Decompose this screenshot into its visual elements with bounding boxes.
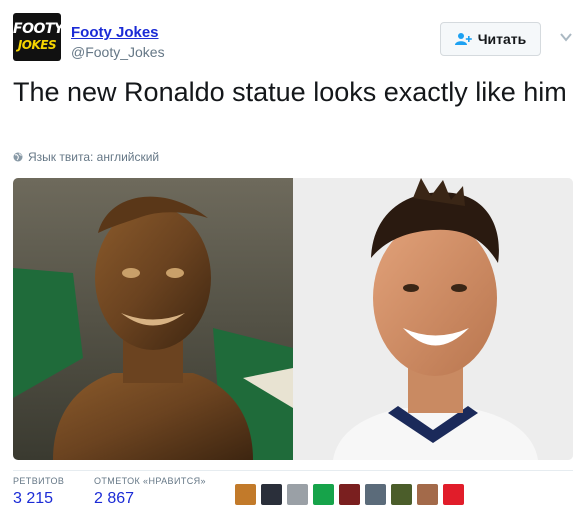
- likes-count[interactable]: 2 867: [94, 490, 206, 508]
- likes-label: ОТМЕТОК «НРАВИТСЯ»: [94, 476, 206, 486]
- author-avatar[interactable]: FOOTY JOKES: [13, 13, 61, 61]
- liker-avatar[interactable]: [313, 484, 334, 505]
- follow-button[interactable]: Читать: [440, 22, 541, 56]
- tweet-text: The new Ronaldo statue looks exactly lik…: [13, 77, 567, 107]
- tweet-media[interactable]: [13, 178, 573, 460]
- stats-divider: [13, 470, 573, 471]
- likes-stat[interactable]: ОТМЕТОК «НРАВИТСЯ» 2 867: [94, 476, 206, 508]
- retweets-count[interactable]: 3 215: [13, 490, 64, 508]
- liker-avatar[interactable]: [287, 484, 308, 505]
- liker-avatar[interactable]: [235, 484, 256, 505]
- liker-avatar[interactable]: [443, 484, 464, 505]
- author-handle: @Footy_Jokes: [71, 44, 165, 60]
- follow-button-label: Читать: [477, 31, 527, 47]
- avatar-text-line1: FOOTY: [13, 21, 61, 37]
- liker-avatar[interactable]: [339, 484, 360, 505]
- avatar-text-line2: JOKES: [17, 38, 57, 52]
- tweet-language-note: Язык твита: английский: [13, 150, 159, 164]
- liker-avatar[interactable]: [365, 484, 386, 505]
- retweets-label: РЕТВИТОВ: [13, 476, 65, 486]
- ronaldo-photo[interactable]: [293, 178, 573, 460]
- add-user-icon: [454, 33, 472, 45]
- liker-avatars: [235, 484, 464, 505]
- statue-image[interactable]: [13, 178, 293, 460]
- chevron-down-icon[interactable]: [559, 30, 573, 44]
- liker-avatar[interactable]: [391, 484, 412, 505]
- language-note-text: Язык твита: английский: [28, 150, 160, 164]
- author-name-link[interactable]: Footy Jokes: [71, 24, 159, 41]
- liker-avatar[interactable]: [261, 484, 282, 505]
- retweets-stat[interactable]: РЕТВИТОВ 3 215: [13, 476, 64, 508]
- liker-avatar[interactable]: [417, 484, 438, 505]
- globe-icon: [13, 152, 23, 162]
